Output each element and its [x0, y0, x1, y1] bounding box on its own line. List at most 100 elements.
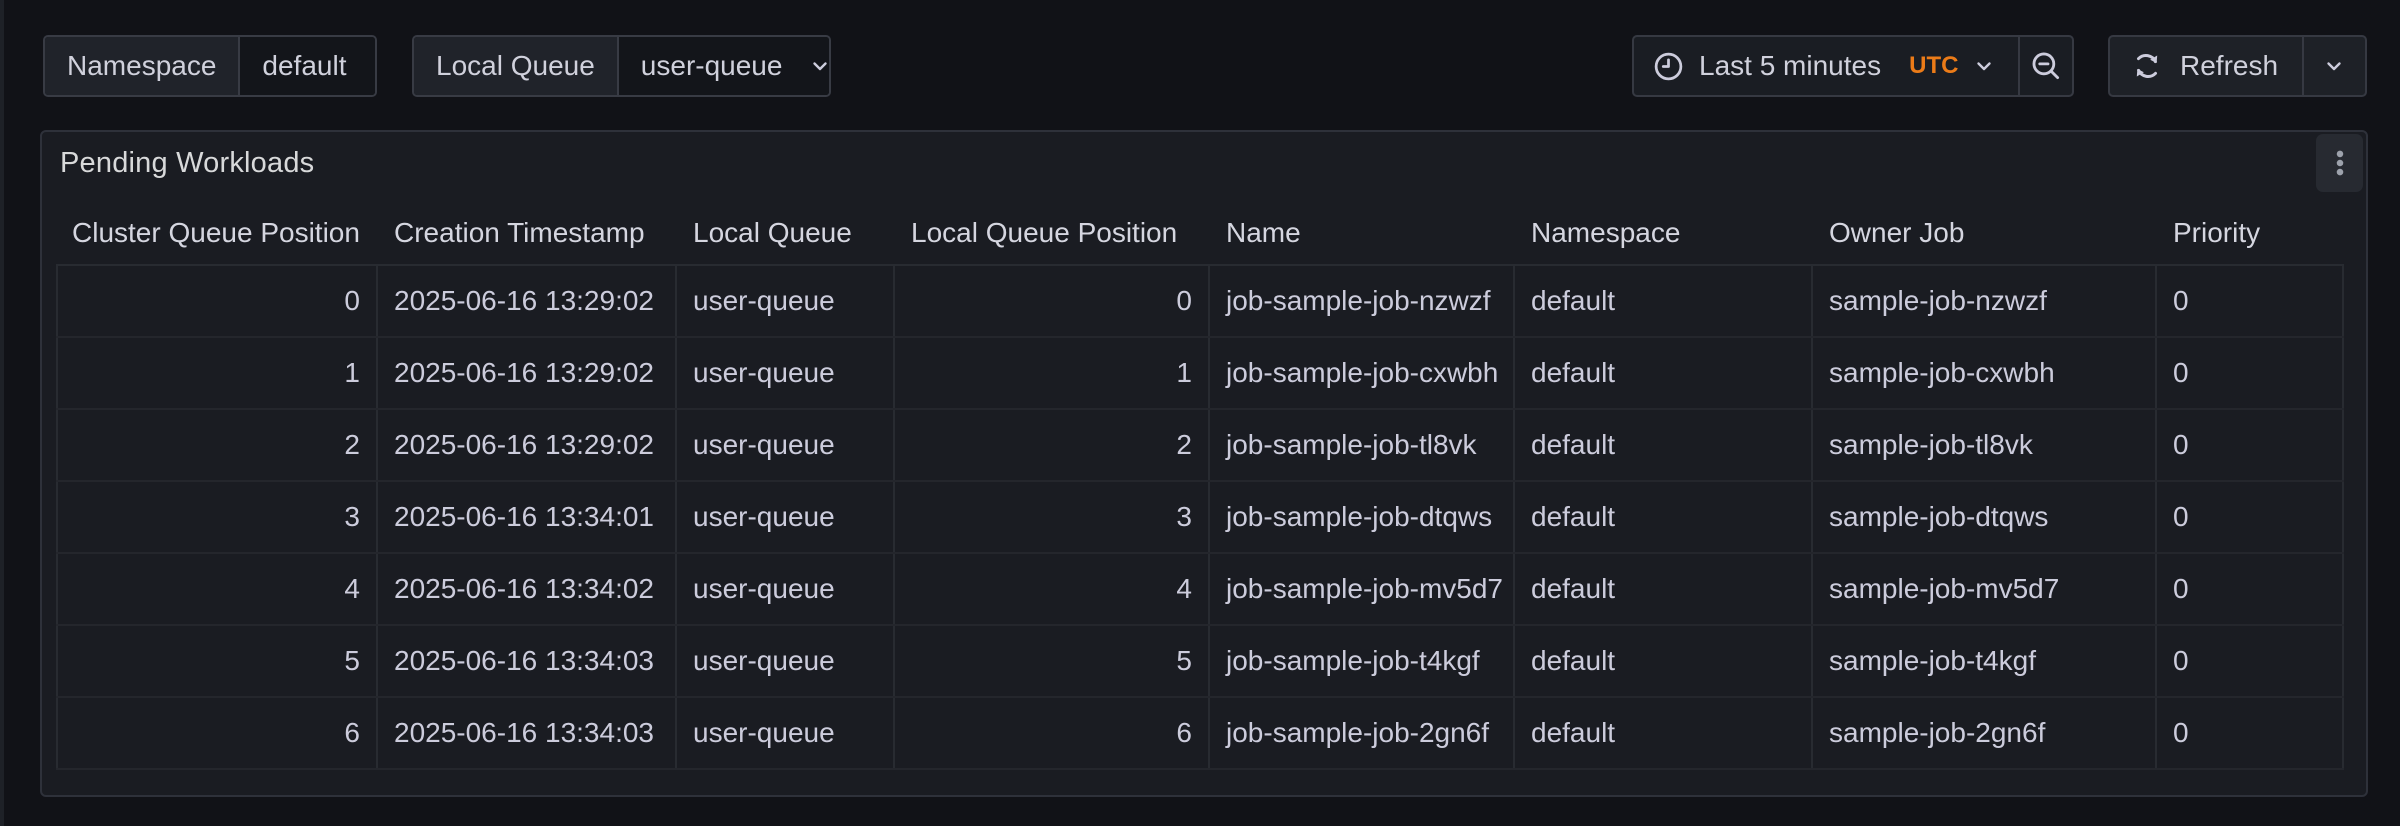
table-row: 22025-06-16 13:29:02user-queue2job-sampl…: [56, 410, 2344, 482]
table-cell: 0: [2157, 266, 2344, 336]
panel-header[interactable]: Pending Workloads: [42, 132, 2366, 194]
sync-icon: [2130, 49, 2164, 83]
table-cell: 4: [56, 554, 378, 624]
table-cell: job-sample-job-mv5d7: [1210, 554, 1515, 624]
refresh-interval-dropdown[interactable]: [2304, 37, 2365, 95]
panel-title: Pending Workloads: [60, 147, 314, 180]
column-header[interactable]: Namespace: [1515, 202, 1813, 264]
table-cell: user-queue: [677, 554, 895, 624]
table-cell: job-sample-job-nzwzf: [1210, 266, 1515, 336]
variable-local-queue-label: Local Queue: [414, 37, 619, 95]
table-cell: 2: [56, 410, 378, 480]
table-cell: sample-job-t4kgf: [1813, 626, 2157, 696]
table-cell: 2025-06-16 13:29:02: [378, 266, 677, 336]
table-cell: default: [1515, 338, 1813, 408]
table-cell: 0: [56, 266, 378, 336]
table-cell: 0: [2157, 626, 2344, 696]
zoom-out-button[interactable]: [2020, 37, 2072, 95]
refresh-button[interactable]: Refresh: [2110, 37, 2302, 95]
clock-icon: [1652, 50, 1685, 83]
column-header[interactable]: Owner Job: [1813, 202, 2157, 264]
table-cell: 5: [56, 626, 378, 696]
table-cell: user-queue: [677, 338, 895, 408]
table-cell: default: [1515, 482, 1813, 552]
kebab-vertical-icon: [2323, 146, 2357, 180]
table-cell: user-queue: [677, 482, 895, 552]
column-header[interactable]: Local Queue Position: [895, 202, 1210, 264]
table-cell: default: [1515, 626, 1813, 696]
column-header[interactable]: Creation Timestamp: [378, 202, 677, 264]
table-cell: 2025-06-16 13:34:03: [378, 698, 677, 768]
variable-local-queue-value: user-queue: [641, 50, 783, 82]
table-cell: 2025-06-16 13:34:02: [378, 554, 677, 624]
table-cell: 5: [895, 626, 1210, 696]
table-cell: user-queue: [677, 266, 895, 336]
table-cell: 0: [2157, 482, 2344, 552]
time-range-label: Last 5 minutes: [1699, 50, 1881, 82]
table-cell: default: [1515, 410, 1813, 480]
table-cell: sample-job-cxwbh: [1813, 338, 2157, 408]
chevron-down-icon: [2322, 54, 2346, 78]
table-cell: 2025-06-16 13:29:02: [378, 410, 677, 480]
table-cell: job-sample-job-tl8vk: [1210, 410, 1515, 480]
table-cell: user-queue: [677, 626, 895, 696]
table-cell: 2025-06-16 13:34:03: [378, 626, 677, 696]
table-row: 52025-06-16 13:34:03user-queue5job-sampl…: [56, 626, 2344, 698]
variable-local-queue-select[interactable]: user-queue: [619, 37, 831, 95]
table-cell: sample-job-nzwzf: [1813, 266, 2157, 336]
table-cell: 3: [895, 482, 1210, 552]
refresh-group: Refresh: [2108, 35, 2367, 97]
table-cell: user-queue: [677, 410, 895, 480]
table-cell: job-sample-job-2gn6f: [1210, 698, 1515, 768]
table-cell: 1: [895, 338, 1210, 408]
table-row: 32025-06-16 13:34:01user-queue3job-sampl…: [56, 482, 2344, 554]
column-header[interactable]: Priority: [2157, 202, 2344, 264]
viewport-left-edge: [0, 0, 4, 826]
pending-workloads-table: Cluster Queue PositionCreation Timestamp…: [56, 202, 2344, 770]
table-cell: 2025-06-16 13:34:01: [378, 482, 677, 552]
time-picker-group: Last 5 minutes UTC: [1632, 35, 2074, 97]
table-header-row: Cluster Queue PositionCreation Timestamp…: [56, 202, 2344, 266]
table-row: 02025-06-16 13:29:02user-queue0job-sampl…: [56, 266, 2344, 338]
table-cell: user-queue: [677, 698, 895, 768]
column-header[interactable]: Name: [1210, 202, 1515, 264]
table-row: 62025-06-16 13:34:03user-queue6job-sampl…: [56, 698, 2344, 770]
grafana-dashboard: Namespace default Local Queue user-queue…: [0, 0, 2400, 826]
table-cell: 6: [56, 698, 378, 768]
table-cell: 1: [56, 338, 378, 408]
table-cell: 6: [895, 698, 1210, 768]
table-cell: 3: [56, 482, 378, 552]
chevron-down-icon: [372, 54, 377, 78]
table-cell: job-sample-job-dtqws: [1210, 482, 1515, 552]
variable-namespace: Namespace default: [43, 35, 377, 97]
variable-namespace-label: Namespace: [45, 37, 240, 95]
chevron-down-icon: [1972, 54, 1996, 78]
refresh-label: Refresh: [2180, 50, 2278, 82]
time-range-button[interactable]: Last 5 minutes UTC: [1634, 37, 2018, 95]
pending-workloads-panel: Pending Workloads Cluster Queue Position…: [40, 130, 2368, 797]
variable-namespace-value: default: [262, 50, 346, 82]
table-cell: job-sample-job-t4kgf: [1210, 626, 1515, 696]
table-cell: sample-job-tl8vk: [1813, 410, 2157, 480]
variable-local-queue: Local Queue user-queue: [412, 35, 831, 97]
table-cell: default: [1515, 698, 1813, 768]
variable-namespace-select[interactable]: default: [240, 37, 377, 95]
table-cell: 2025-06-16 13:29:02: [378, 338, 677, 408]
table-cell: job-sample-job-cxwbh: [1210, 338, 1515, 408]
magnifier-minus-icon: [2029, 49, 2063, 83]
table-cell: sample-job-2gn6f: [1813, 698, 2157, 768]
table-cell: 0: [2157, 698, 2344, 768]
timezone-badge: UTC: [1909, 52, 1958, 80]
table-row: 42025-06-16 13:34:02user-queue4job-sampl…: [56, 554, 2344, 626]
table-cell: 0: [2157, 410, 2344, 480]
column-header[interactable]: Local Queue: [677, 202, 895, 264]
table-row: 12025-06-16 13:29:02user-queue1job-sampl…: [56, 338, 2344, 410]
table-cell: 0: [2157, 554, 2344, 624]
table-cell: sample-job-dtqws: [1813, 482, 2157, 552]
column-header[interactable]: Cluster Queue Position: [56, 202, 378, 264]
table-cell: 2: [895, 410, 1210, 480]
chevron-down-icon: [808, 54, 831, 78]
panel-menu-button[interactable]: [2316, 134, 2363, 192]
table-cell: 0: [2157, 338, 2344, 408]
table-cell: 4: [895, 554, 1210, 624]
